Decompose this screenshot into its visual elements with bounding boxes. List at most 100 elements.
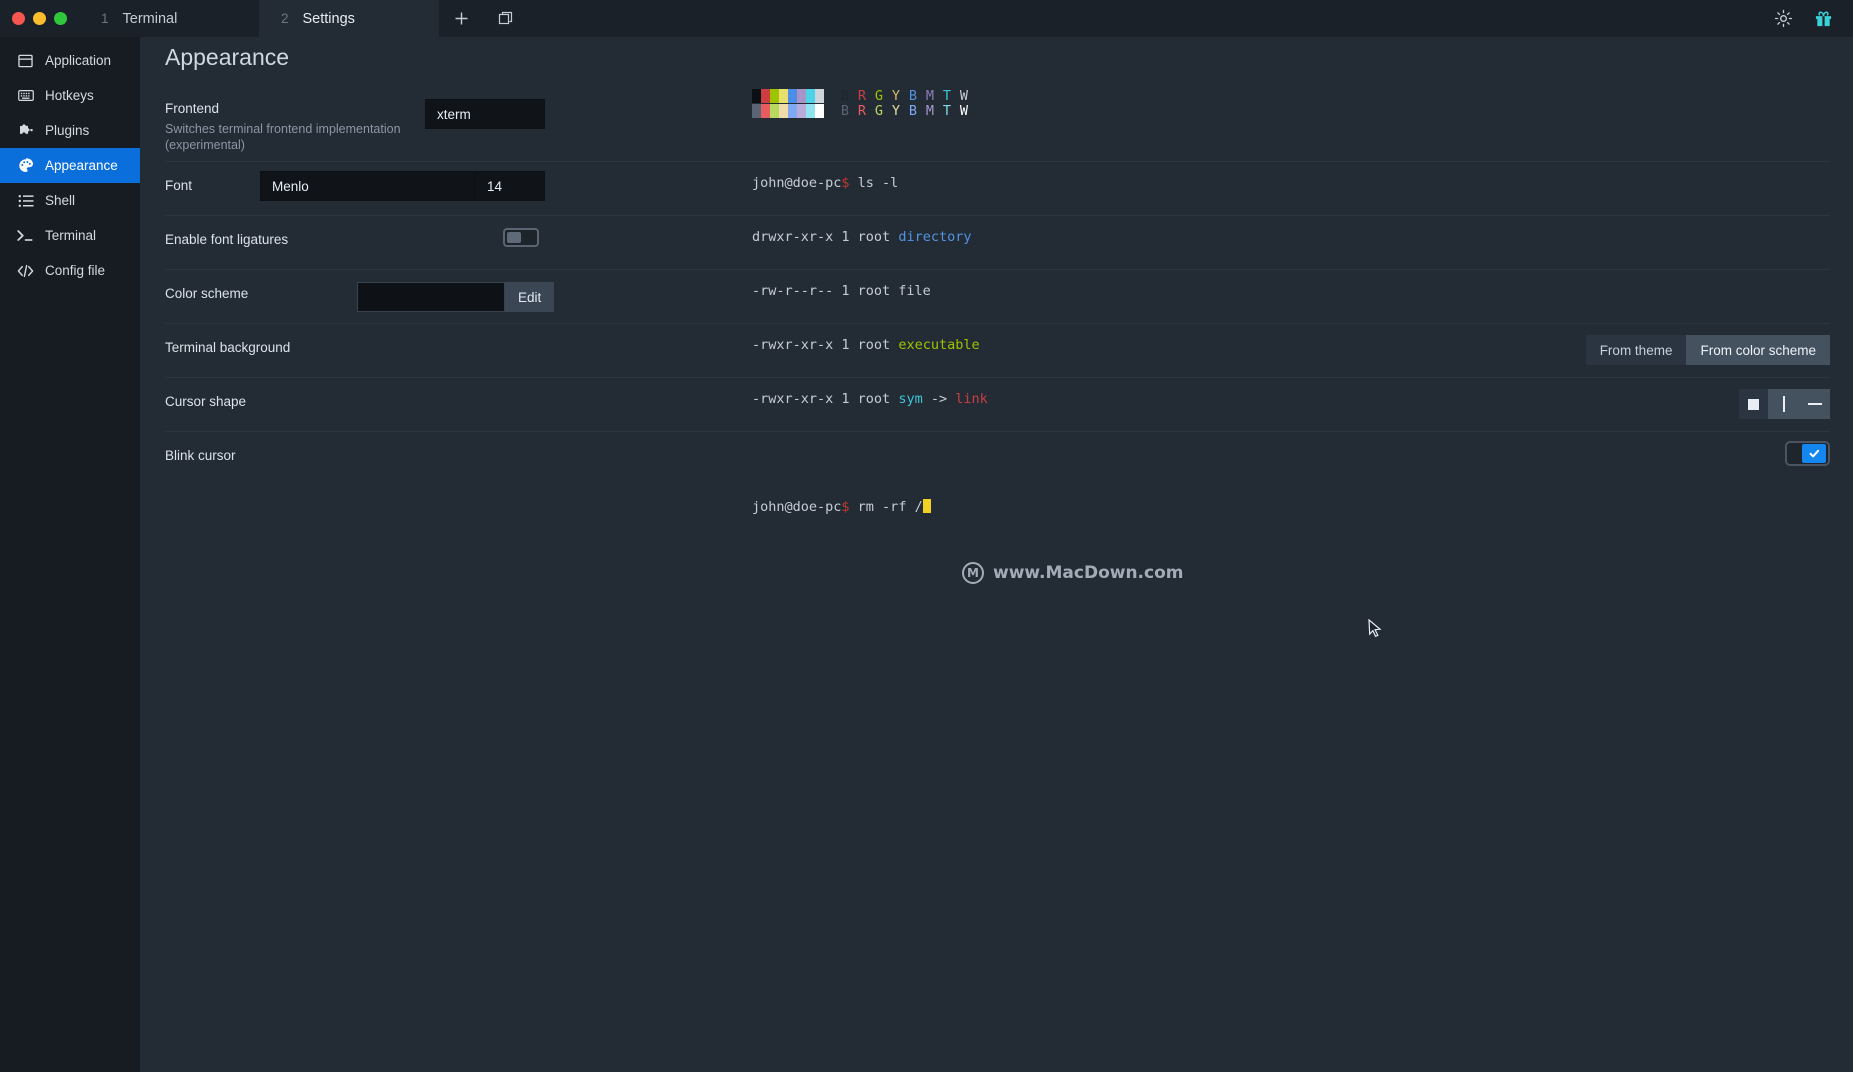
palette-letter: W [959, 88, 969, 104]
palette-letter: R [857, 103, 867, 119]
palette-letter: B [840, 88, 850, 104]
setting-blink-cursor-label-wrap: Blink cursor [165, 446, 435, 465]
tab-terminal-label: Terminal [122, 10, 178, 27]
palette-cell [770, 104, 779, 118]
color-scheme-edit-button[interactable]: Edit [505, 282, 555, 312]
color-scheme-swatch[interactable] [357, 282, 505, 312]
terminal-line: drwxr-xr-x 1 root directory [752, 228, 988, 246]
cursor-shape-block-button[interactable] [1739, 389, 1768, 419]
palette-cell [815, 104, 824, 118]
terminal-preview: B R G Y B M T W B R G Y B M T W john@doe… [752, 89, 988, 552]
palette-letter: T [942, 103, 952, 119]
palette-letter: T [942, 88, 952, 104]
palette-cell [815, 89, 824, 103]
font-size-value: 14 [487, 178, 503, 194]
terminal-line: -rwxr-xr-x 1 root sym -> link [752, 390, 988, 408]
checkbox-checked-box [1802, 444, 1826, 463]
settings-list: Frontend Switches terminal frontend impl… [165, 85, 1830, 485]
terminal-background-segmented: From theme From color scheme [1585, 335, 1830, 365]
sidebar-item-terminal-label: Terminal [45, 228, 97, 243]
palette-icon [17, 157, 34, 174]
mouse-cursor [1368, 618, 1382, 644]
sidebar-item-application-label: Application [45, 53, 112, 68]
terminal-text: -rw-r--r-- 1 root file [752, 283, 931, 299]
palette-letter: Y [891, 88, 901, 104]
sidebar-item-plugins-label: Plugins [45, 123, 90, 138]
sidebar-item-hotkeys[interactable]: Hotkeys [0, 78, 140, 113]
terminal-bg-from-theme-button[interactable]: From theme [1585, 335, 1687, 365]
palette-row-normal [752, 89, 824, 103]
setting-row-terminal-background: Terminal background From theme From colo… [165, 323, 1830, 377]
sidebar-item-config-file[interactable]: Config file [0, 253, 140, 288]
sidebar-item-terminal[interactable]: Terminal [0, 218, 140, 253]
palette-row-bright [752, 104, 824, 118]
terminal-text-colored: directory [898, 229, 972, 245]
palette-cell [770, 89, 779, 103]
terminal-bg-from-theme-label: From theme [1599, 342, 1673, 358]
palette-cell [806, 89, 815, 103]
palette-cell [788, 104, 797, 118]
frontend-select[interactable]: xterm [425, 99, 545, 129]
terminal-text: drwxr-xr-x 1 root [752, 229, 899, 245]
setting-row-blink-cursor: Blink cursor [165, 431, 1830, 485]
sidebar: Application Hotkeys Plugins Appearance S… [0, 37, 140, 1072]
list-icon [17, 192, 34, 209]
macdown-logo-icon: M [962, 562, 984, 584]
terminal-command: ls -l [849, 175, 899, 191]
setting-frontend-description: Switches terminal frontend implementatio… [165, 122, 401, 152]
tab-terminal[interactable]: 1 Terminal [79, 0, 259, 37]
cursor-shape-beam-button[interactable] [1768, 389, 1799, 419]
setting-ligatures-label: Enable font ligatures [165, 232, 289, 247]
blink-cursor-checkbox[interactable] [1785, 441, 1830, 466]
gift-button[interactable] [1803, 0, 1843, 37]
setting-terminal-bg-label: Terminal background [165, 340, 291, 355]
terminal-bg-from-color-scheme-button[interactable]: From color scheme [1686, 335, 1830, 365]
maximize-window-button[interactable] [54, 12, 67, 25]
traffic-lights [0, 0, 79, 37]
tab-settings[interactable]: 2 Settings [259, 0, 439, 37]
font-ligatures-toggle[interactable] [503, 228, 539, 247]
setting-row-font: Font Menlo 14 [165, 161, 1830, 215]
terminal-prompt: john@doe-pc [752, 499, 842, 515]
palette-cell [752, 104, 761, 118]
palette-letter: W [959, 103, 969, 119]
cursor-shape-underline-button[interactable] [1799, 389, 1830, 419]
terminal-prompt: john@doe-pc [752, 175, 842, 191]
setting-frontend-label-wrap: Frontend Switches terminal frontend impl… [165, 99, 435, 153]
terminal-command: rm -rf / [849, 499, 923, 515]
setting-frontend-label: Frontend [165, 101, 220, 116]
palette-letter: R [857, 88, 867, 104]
setting-blink-cursor-label: Blink cursor [165, 448, 236, 463]
code-icon [17, 262, 34, 279]
tab-settings-number: 2 [281, 11, 289, 26]
close-window-button[interactable] [12, 12, 25, 25]
edit-button-label: Edit [518, 289, 542, 305]
check-icon [1809, 449, 1819, 458]
setting-cursor-shape-label-wrap: Cursor shape [165, 392, 435, 411]
puzzle-icon [17, 122, 34, 139]
sidebar-item-appearance[interactable]: Appearance [0, 148, 140, 183]
sidebar-item-application[interactable]: Application [0, 43, 140, 78]
minimize-window-button[interactable] [33, 12, 46, 25]
split-pane-button[interactable] [483, 0, 527, 37]
palette-cell [752, 89, 761, 103]
page-title: Appearance [165, 44, 290, 70]
new-tab-button[interactable] [439, 0, 483, 37]
watermark: M www.MacDown.com [962, 562, 1183, 584]
terminal-cursor [922, 499, 931, 513]
setting-terminal-bg-label-wrap: Terminal background [165, 338, 435, 357]
sidebar-item-plugins[interactable]: Plugins [0, 113, 140, 148]
terminal-line: -rwxr-xr-x 1 root executable [752, 336, 988, 354]
cursor-shape-segmented [1739, 389, 1830, 419]
terminal-line: john@doe-pc$ rm -rf / [752, 498, 988, 516]
setting-row-color-scheme: Color scheme Edit [165, 269, 1830, 323]
font-size-input[interactable]: 14 [475, 171, 545, 201]
terminal-text-colored: executable [898, 337, 980, 353]
font-family-input[interactable]: Menlo [260, 171, 475, 201]
sidebar-item-shell[interactable]: Shell [0, 183, 140, 218]
sidebar-item-config-file-label: Config file [45, 263, 106, 278]
settings-gear-button[interactable] [1763, 0, 1803, 37]
sidebar-item-shell-label: Shell [45, 193, 76, 208]
block-cursor-icon [1748, 398, 1759, 410]
